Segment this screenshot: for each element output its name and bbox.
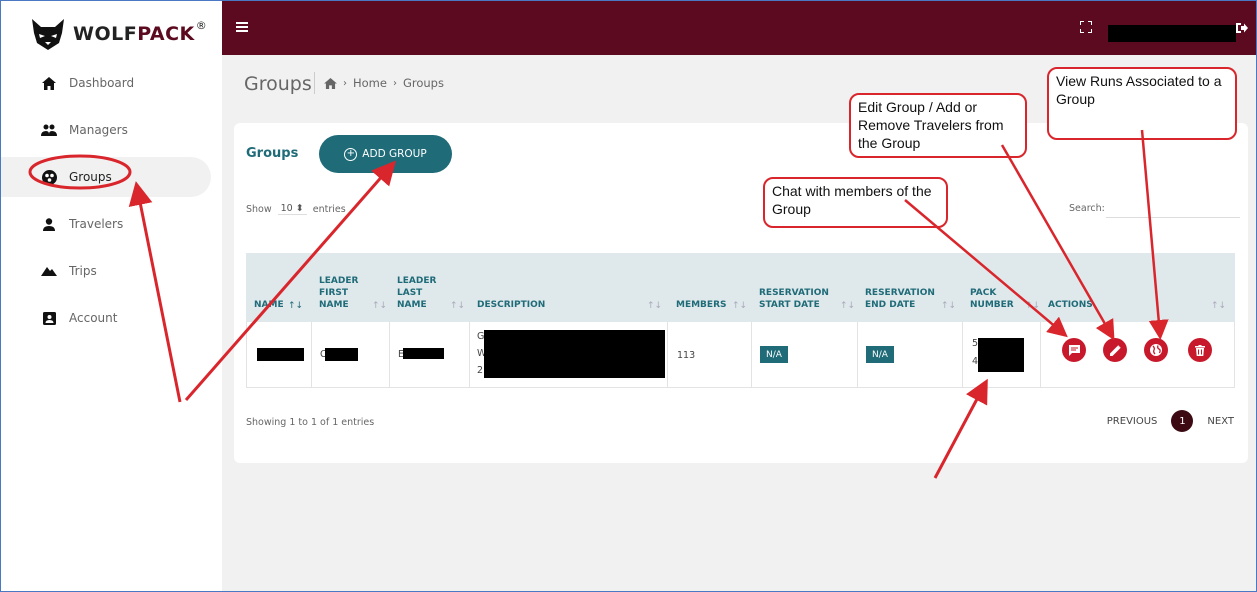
mountain-icon [41, 264, 57, 278]
col-pack-number[interactable]: PACK NUMBER [970, 287, 1020, 311]
sidebar-item-groups[interactable]: Groups [1, 157, 211, 197]
sort-icon[interactable]: ↑↓ [372, 301, 387, 311]
sidebar-item-label: Travelers [69, 217, 124, 231]
add-group-label: ADD GROUP [362, 148, 427, 160]
sidebar-item-label: Dashboard [69, 76, 135, 90]
page-1-button[interactable]: 1 [1171, 410, 1194, 432]
members-count: 113 [677, 350, 696, 361]
globe-icon [1150, 344, 1162, 356]
description-redacted [484, 330, 665, 378]
callout-edit-group: Edit Group / Add or Remove Travelers fro… [849, 93, 1027, 158]
callout-view-runs: View Runs Associated to a Group [1047, 67, 1237, 140]
chevron-right-icon: › [392, 77, 397, 89]
chat-button[interactable] [1062, 338, 1086, 362]
chat-icon [1068, 344, 1080, 356]
user-name-redacted[interactable] [1108, 25, 1236, 42]
groups-icon [41, 169, 57, 185]
groups-card: Groups + ADD GROUP Show 10 ⬍ entries Sea… [234, 123, 1248, 463]
breadcrumb: › Home › Groups [324, 76, 444, 90]
sort-icon: ↑↓ [1211, 301, 1227, 311]
sidebar: WOLFPACK ® Dashboard Managers Groups Tra… [1, 1, 222, 591]
col-actions: ACTIONS [1048, 300, 1093, 310]
search-input[interactable] [1106, 193, 1240, 218]
chevron-right-icon: › [343, 77, 347, 89]
col-leader-first-name[interactable]: LEADER FIRST NAME [319, 275, 369, 311]
table-row[interactable]: C E G W 2 113 N/A N/A 5 4 [246, 322, 1235, 388]
sidebar-item-label: Managers [69, 123, 128, 137]
next-button[interactable]: NEXT [1207, 416, 1234, 427]
delete-icon [1195, 344, 1205, 356]
sidebar-item-label: Groups [69, 170, 112, 184]
col-members[interactable]: MEMBERS [676, 299, 726, 311]
start-date-badge: N/A [760, 346, 788, 363]
add-group-button[interactable]: + ADD GROUP [319, 135, 452, 173]
sort-icon[interactable]: ↑↓ [647, 301, 662, 311]
sort-icon[interactable]: ↑↓ [732, 301, 747, 311]
view-runs-button[interactable] [1144, 338, 1168, 362]
previous-button[interactable]: PREVIOUS [1107, 416, 1158, 427]
menu-icon[interactable] [236, 22, 248, 34]
sidebar-item-label: Trips [69, 264, 97, 278]
col-leader-last-name[interactable]: LEADER LAST NAME [397, 275, 447, 311]
leader-last-redacted [403, 348, 444, 359]
home-icon [41, 76, 57, 90]
group-name-redacted [257, 348, 304, 361]
sidebar-item-trips[interactable]: Trips [1, 251, 211, 291]
leader-first-redacted [325, 348, 358, 361]
breadcrumb-home[interactable]: Home [353, 76, 387, 90]
sidebar-item-travelers[interactable]: Travelers [1, 204, 211, 244]
account-card-icon [41, 311, 57, 325]
show-label: Show [246, 203, 272, 215]
fullscreen-icon[interactable] [1080, 21, 1092, 33]
logout-icon[interactable] [1236, 22, 1248, 34]
sidebar-item-label: Account [69, 311, 118, 325]
callout-chat: Chat with members of the Group [763, 177, 948, 228]
sort-icon[interactable]: ↑↓ [450, 301, 465, 311]
breadcrumb-divider [314, 72, 315, 94]
delete-button[interactable] [1188, 338, 1212, 362]
plus-circle-icon: + [344, 147, 358, 161]
edit-icon [1109, 344, 1121, 356]
person-icon [41, 217, 57, 231]
edit-button[interactable] [1103, 338, 1127, 362]
entries-select[interactable]: 10 ⬍ [277, 203, 307, 215]
description-line: 2 [477, 365, 484, 376]
pagination: PREVIOUS 1 NEXT [1107, 410, 1234, 432]
pack-number-redacted [978, 338, 1024, 372]
search-label: Search: [1069, 203, 1105, 214]
users-icon [41, 123, 57, 137]
showing-entries-text: Showing 1 to 1 of 1 entries [246, 417, 375, 428]
brand-logo[interactable]: WOLFPACK ® [29, 17, 207, 51]
col-name[interactable]: NAME [254, 299, 284, 311]
card-title: Groups [246, 146, 299, 161]
updown-icon: ⬍ [295, 203, 304, 214]
top-bar [222, 1, 1256, 55]
col-reservation-end-date[interactable]: RESERVATION END DATE [865, 287, 939, 311]
show-entries: Show 10 ⬍ entries [246, 203, 346, 215]
sidebar-item-account[interactable]: Account [1, 298, 211, 338]
sort-icon[interactable]: ↑↓ [1025, 301, 1040, 311]
sort-icon[interactable]: ↑↓ [840, 301, 855, 311]
brand-name: WOLFPACK [73, 23, 195, 45]
wolf-logo-icon [32, 19, 64, 50]
sidebar-item-dashboard[interactable]: Dashboard [1, 63, 211, 103]
end-date-badge: N/A [866, 346, 894, 363]
col-description[interactable]: DESCRIPTION [477, 299, 545, 311]
sidebar-item-managers[interactable]: Managers [1, 110, 211, 150]
col-reservation-start-date[interactable]: RESERVATION START DATE [759, 287, 837, 311]
registered-mark: ® [195, 18, 207, 32]
entries-label: entries [312, 203, 346, 215]
table-header: NAME ↑↓ LEADER FIRST NAME ↑↓ LEADER LAST… [246, 253, 1235, 322]
home-icon[interactable] [324, 77, 337, 89]
sort-icon[interactable]: ↑↓ [941, 301, 956, 311]
breadcrumb-current: Groups [402, 76, 444, 90]
page-title: Groups [244, 73, 312, 95]
sort-icon[interactable]: ↑↓ [288, 301, 303, 311]
